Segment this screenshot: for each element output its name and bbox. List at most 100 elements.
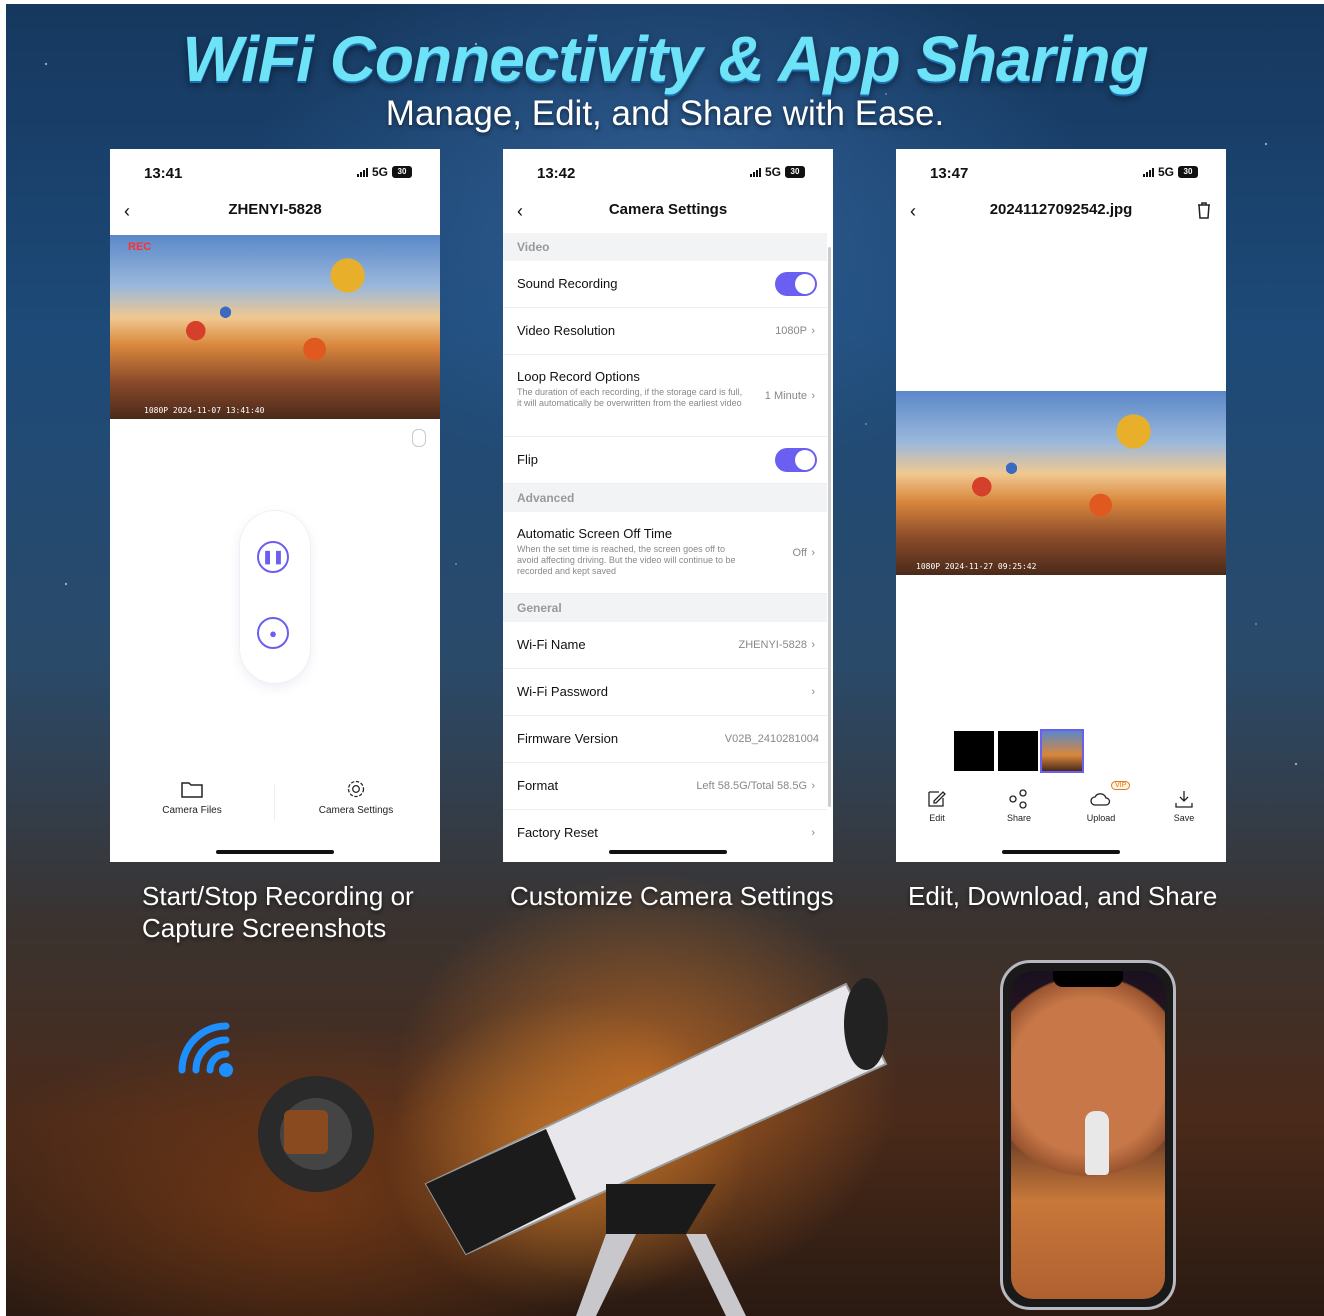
back-icon[interactable]: ‹ bbox=[124, 201, 130, 222]
bottom-tab-bar: Camera Files Camera Settings bbox=[110, 779, 440, 829]
battery-icon: 30 bbox=[785, 166, 805, 178]
status-time: 13:47 bbox=[930, 165, 969, 182]
row-description: When the set time is reached, the screen… bbox=[517, 544, 736, 576]
row-label: Wi-Fi Name bbox=[517, 637, 586, 652]
row-label: Format bbox=[517, 778, 559, 793]
nav-bar: ‹ 20241127092542.jpg bbox=[896, 201, 1226, 227]
nav-bar: ‹ Camera Settings bbox=[503, 201, 833, 227]
chevron-right-icon: › bbox=[811, 389, 815, 402]
tab-label: Camera Files bbox=[162, 805, 222, 816]
action-label: Share bbox=[1006, 813, 1032, 823]
headline-title: WiFi Connectivity & App Sharing bbox=[182, 23, 1148, 95]
row-loop-record[interactable]: Loop Record Options The duration of each… bbox=[503, 355, 827, 437]
tab-camera-files[interactable]: Camera Files bbox=[132, 779, 252, 816]
action-label: Save bbox=[1173, 813, 1195, 823]
thumbnail[interactable] bbox=[954, 731, 994, 771]
chevron-right-icon: › bbox=[811, 827, 815, 839]
live-preview[interactable]: REC 1080P 2024-11-07 13:41:40 bbox=[110, 235, 440, 419]
thumbnail-strip bbox=[954, 729, 1084, 773]
rec-indicator: REC bbox=[128, 241, 152, 253]
telescope-illustration bbox=[258, 978, 888, 1316]
sound-recording-toggle[interactable] bbox=[775, 272, 817, 296]
battery-icon: 30 bbox=[392, 166, 412, 178]
signal-bars-icon bbox=[749, 167, 761, 177]
action-label: Upload bbox=[1086, 813, 1116, 823]
capture-controls: ❚❚ ● bbox=[240, 511, 310, 683]
phone-photo-viewer: 13:47 5G 30 ‹ 20241127092542.jpg 1080P 2… bbox=[896, 149, 1226, 862]
back-icon[interactable]: ‹ bbox=[517, 201, 523, 222]
nav-bar: ‹ ZHENYI-5828 bbox=[110, 201, 440, 227]
section-general: General bbox=[503, 594, 827, 622]
gear-icon bbox=[347, 780, 365, 798]
phone-live-view: 13:41 5G 30 ‹ ZHENYI-5828 REC 1080P 2024… bbox=[110, 149, 440, 862]
trash-icon[interactable] bbox=[1196, 201, 1212, 219]
row-description: The duration of each recording, if the s… bbox=[517, 387, 743, 408]
action-label: Edit bbox=[929, 813, 945, 823]
share-icon bbox=[1009, 789, 1027, 809]
row-label: Automatic Screen Off Time bbox=[517, 526, 673, 541]
snapshot-button[interactable]: ● bbox=[257, 617, 289, 649]
row-value: Left 58.5G/Total 58.5G bbox=[696, 780, 807, 792]
tab-divider bbox=[274, 785, 275, 821]
photo-preview[interactable]: 1080P 2024-11-27 09:25:42 bbox=[896, 391, 1226, 575]
row-format[interactable]: Format Left 58.5G/Total 58.5G › bbox=[503, 763, 827, 810]
cloud-upload-icon bbox=[1090, 793, 1111, 806]
status-bar: 13:47 5G 30 bbox=[896, 165, 1226, 185]
row-label: Sound Recording bbox=[517, 276, 618, 291]
home-indicator bbox=[216, 850, 334, 854]
signal-bars-icon bbox=[1142, 167, 1154, 177]
row-value: 1080P bbox=[775, 325, 807, 337]
edit-button[interactable]: Edit bbox=[907, 789, 967, 823]
wifi-icon bbox=[178, 1022, 233, 1077]
section-advanced: Advanced bbox=[503, 484, 827, 512]
row-wifi-name[interactable]: Wi-Fi Name ZHENYI-5828 › bbox=[503, 622, 827, 669]
pause-button[interactable]: ❚❚ bbox=[257, 541, 289, 573]
row-value: Off bbox=[792, 546, 807, 559]
status-bar: 13:42 5G 30 bbox=[503, 165, 833, 185]
row-wifi-password[interactable]: Wi-Fi Password › bbox=[503, 669, 827, 716]
caption-settings: Customize Camera Settings bbox=[510, 881, 834, 911]
back-icon[interactable]: ‹ bbox=[910, 201, 916, 222]
chevron-right-icon: › bbox=[811, 639, 815, 651]
folder-icon bbox=[181, 782, 203, 798]
row-label: Firmware Version bbox=[517, 731, 619, 746]
mic-muted-icon[interactable] bbox=[412, 429, 426, 447]
battery-icon: 30 bbox=[1178, 166, 1198, 178]
settings-list: Video Sound Recording Video Resolution 1… bbox=[503, 233, 827, 862]
signal-bars-icon bbox=[356, 167, 368, 177]
row-video-resolution[interactable]: Video Resolution 1080P › bbox=[503, 308, 827, 355]
upload-button[interactable]: VIP Upload bbox=[1071, 781, 1131, 823]
scrollbar[interactable] bbox=[828, 247, 831, 807]
home-indicator bbox=[1002, 850, 1120, 854]
flip-toggle[interactable] bbox=[775, 448, 817, 472]
edit-icon bbox=[928, 791, 946, 807]
device-title: ZHENYI-5828 bbox=[228, 201, 322, 218]
status-time: 13:41 bbox=[144, 165, 183, 182]
chevron-right-icon: › bbox=[811, 546, 815, 559]
row-value: ZHENYI-5828 bbox=[738, 639, 807, 651]
status-time: 13:42 bbox=[537, 165, 576, 182]
home-indicator bbox=[609, 850, 727, 854]
mars-astronaut-screen bbox=[1011, 971, 1165, 1299]
share-button[interactable]: Share bbox=[989, 789, 1049, 823]
section-video: Video bbox=[503, 233, 827, 261]
thumbnail[interactable] bbox=[998, 731, 1038, 771]
phone-notch bbox=[1053, 971, 1123, 987]
row-label: Wi-Fi Password bbox=[517, 684, 609, 699]
signal-indicator: 5G 30 bbox=[356, 165, 412, 179]
thumbnail-selected[interactable] bbox=[1040, 729, 1084, 773]
status-bar: 13:41 5G 30 bbox=[110, 165, 440, 185]
download-icon bbox=[1175, 791, 1193, 808]
row-screen-off[interactable]: Automatic Screen Off Time When the set t… bbox=[503, 512, 827, 594]
network-label: 5G bbox=[371, 165, 388, 179]
save-button[interactable]: Save bbox=[1154, 789, 1214, 823]
row-label: Flip bbox=[517, 452, 538, 467]
row-firmware-version: Firmware Version V02B_2410281004 bbox=[503, 716, 827, 763]
row-sound-recording: Sound Recording bbox=[503, 261, 827, 308]
vip-badge: VIP bbox=[1111, 781, 1131, 790]
headline-subtitle: Manage, Edit, and Share with Ease. bbox=[385, 94, 945, 133]
tab-camera-settings[interactable]: Camera Settings bbox=[296, 779, 416, 816]
tab-label: Camera Settings bbox=[318, 805, 394, 816]
astronaut bbox=[1085, 1111, 1109, 1175]
chevron-right-icon: › bbox=[811, 780, 815, 792]
